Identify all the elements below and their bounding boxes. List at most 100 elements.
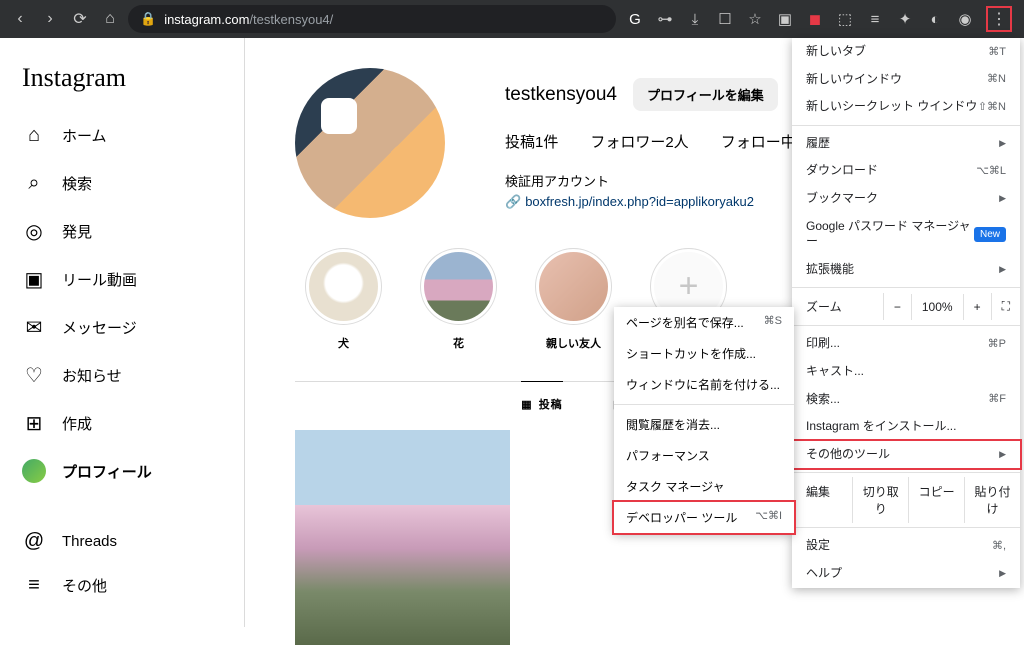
hamburger-icon: ≡ xyxy=(22,573,46,597)
menu-edit-row: 編集 切り取り コピー 貼り付け xyxy=(792,477,1020,523)
stat-followers[interactable]: フォロワー2人 xyxy=(590,131,688,152)
menu-new-tab[interactable]: 新しいタブ⌘T xyxy=(792,38,1020,66)
sidebar-item-notifications[interactable]: ♡ お知らせ xyxy=(12,353,232,397)
ext-icon-1[interactable]: ⤓ xyxy=(686,10,704,28)
search-icon: ⌕ xyxy=(22,171,46,195)
share-icon[interactable]: ☐ xyxy=(716,10,734,28)
menu-paste[interactable]: 貼り付け xyxy=(964,477,1020,523)
stat-posts: 投稿1件 xyxy=(505,131,558,152)
submenu-save-as[interactable]: ページを別名で保存...⌘S xyxy=(614,307,794,338)
menu-more-tools[interactable]: その他のツール▶ xyxy=(790,439,1022,471)
tab-label: 投稿 xyxy=(539,396,563,412)
sidebar-item-profile[interactable]: プロフィール xyxy=(12,449,232,493)
submenu-shortcut[interactable]: ショートカットを作成... xyxy=(614,338,794,369)
profile-info: testkensyou4 プロフィールを編集 ⚙ 投稿1件 フォロワー2人 フォ… xyxy=(505,68,819,218)
tab-posts[interactable]: ▦ 投稿 xyxy=(521,381,562,426)
profile-link-text: boxfresh.jp/index.php?id=applikoryaku2 xyxy=(525,194,754,209)
reload-button[interactable]: ⟳ xyxy=(68,7,92,31)
home-icon: ⌂ xyxy=(22,123,46,147)
forward-button[interactable]: › xyxy=(38,7,62,31)
sidebar-item-messages[interactable]: ✉メッセージ xyxy=(12,305,232,349)
sidebar-item-more[interactable]: ≡ その他 xyxy=(12,563,232,607)
url-path: /testkensyou4/ xyxy=(249,12,333,27)
zoom-in-button[interactable]: + xyxy=(963,294,991,320)
sidebar-nav: ⌂ ホーム ⌕検索 ◎ 発見 ▣リール動画 ✉メッセージ ♡ お知らせ ⊞作成 プロフ… xyxy=(12,113,232,493)
highlight-item[interactable]: 犬 xyxy=(305,248,382,351)
star-icon[interactable]: ☆ xyxy=(746,10,764,28)
sidebar-item-create[interactable]: ⊞作成 xyxy=(12,401,232,445)
home-button[interactable]: ⌂ xyxy=(98,7,122,31)
sidebar-item-label: 発見 xyxy=(62,221,92,242)
submenu-clear-browsing[interactable]: 閲覧履歴を消去... xyxy=(614,409,794,440)
submenu-task-manager[interactable]: タスク マネージャ xyxy=(614,471,794,502)
sidebar-item-label: Threads xyxy=(62,533,117,550)
profile-link[interactable]: 🔗 boxfresh.jp/index.php?id=applikoryaku2 xyxy=(505,194,819,210)
submenu-name-window[interactable]: ウィンドウに名前を付ける... xyxy=(614,369,794,400)
submenu-dev-tools[interactable]: デベロッパー ツール⌥⌘I xyxy=(612,500,796,535)
highlight-item[interactable]: 親しい友人 xyxy=(535,248,612,351)
sidebar-item-label: ホーム xyxy=(62,125,107,146)
instagram-logo[interactable]: Instagram xyxy=(12,63,232,113)
messenger-icon: ✉ xyxy=(22,315,46,339)
address-bar[interactable]: 🔒 instagram.com/testkensyou4/ xyxy=(128,5,616,33)
plus-icon: ⊞ xyxy=(22,411,46,435)
profile-chip[interactable]: ◉ xyxy=(956,10,974,28)
post-thumbnail[interactable] xyxy=(295,430,510,645)
edit-profile-button[interactable]: プロフィールを編集 xyxy=(633,78,778,111)
sidebar-item-reels[interactable]: ▣リール動画 xyxy=(12,257,232,301)
ext-icon-3[interactable]: ◼ xyxy=(806,10,824,28)
username: testkensyou4 xyxy=(505,84,617,106)
ext-icon-2[interactable]: ▣ xyxy=(776,10,794,28)
google-icon[interactable]: G xyxy=(626,10,644,28)
heart-icon: ♡ xyxy=(22,363,46,387)
highlight-label: 花 xyxy=(453,335,464,351)
menu-copy[interactable]: コピー xyxy=(908,477,964,523)
url-domain: instagram.com xyxy=(164,12,249,27)
sidebar-item-label: お知らせ xyxy=(62,365,122,386)
chrome-menu-button[interactable]: ⋮ xyxy=(986,6,1012,32)
menu-extensions[interactable]: 拡張機能▶ xyxy=(792,256,1020,284)
sidebar-item-label: その他 xyxy=(62,575,107,596)
menu-new-window[interactable]: 新しいウインドウ⌘N xyxy=(792,66,1020,94)
more-tools-submenu: ページを別名で保存...⌘S ショートカットを作成... ウィンドウに名前を付け… xyxy=(614,307,794,533)
sidebar-item-home[interactable]: ⌂ ホーム xyxy=(12,113,232,157)
ext-icon-5[interactable]: ≡ xyxy=(866,10,884,28)
menu-history[interactable]: 履歴▶ xyxy=(792,130,1020,158)
menu-incognito[interactable]: 新しいシークレット ウインドウ⇧⌘N xyxy=(792,93,1020,121)
menu-zoom: ズーム − 100% + ⛶ xyxy=(792,292,1020,321)
reels-icon: ▣ xyxy=(22,267,46,291)
sidebar: Instagram ⌂ ホーム ⌕検索 ◎ 発見 ▣リール動画 ✉メッセージ ♡ お知… xyxy=(0,38,245,627)
chrome-main-menu: 新しいタブ⌘T 新しいウインドウ⌘N 新しいシークレット ウインドウ⇧⌘N 履歴… xyxy=(792,38,1020,588)
compass-icon: ◎ xyxy=(22,219,46,243)
menu-help[interactable]: ヘルプ▶ xyxy=(792,560,1020,588)
menu-bookmarks[interactable]: ブックマーク▶ xyxy=(792,185,1020,213)
submenu-performance[interactable]: パフォーマンス xyxy=(614,440,794,471)
zoom-value: 100% xyxy=(911,294,963,320)
menu-cut[interactable]: 切り取り xyxy=(852,477,908,523)
browser-toolbar: ‹ › ⟳ ⌂ 🔒 instagram.com/testkensyou4/ G … xyxy=(0,0,1024,38)
ext-icon-4[interactable]: ⬚ xyxy=(836,10,854,28)
sidebar-item-search[interactable]: ⌕検索 xyxy=(12,161,232,205)
menu-print[interactable]: 印刷...⌘P xyxy=(792,330,1020,358)
sidebar-item-explore[interactable]: ◎ 発見 xyxy=(12,209,232,253)
menu-passwords[interactable]: Google パスワード マネージャーNew xyxy=(792,213,1020,256)
link-icon: 🔗 xyxy=(505,194,521,210)
fullscreen-button[interactable]: ⛶ xyxy=(991,293,1020,320)
menu-find[interactable]: 検索...⌘F xyxy=(792,386,1020,414)
grid-icon: ▦ xyxy=(521,398,532,411)
sidebar-bottom: @Threads ≡ その他 xyxy=(12,519,232,607)
menu-install[interactable]: Instagram をインストール... xyxy=(792,413,1020,441)
highlight-item[interactable]: 花 xyxy=(420,248,497,351)
puzzle-icon[interactable]: ✦ xyxy=(896,10,914,28)
menu-downloads[interactable]: ダウンロード⌥⌘L xyxy=(792,157,1020,185)
menu-settings[interactable]: 設定⌘, xyxy=(792,532,1020,560)
zoom-out-button[interactable]: − xyxy=(884,294,911,320)
sidebar-item-threads[interactable]: @Threads xyxy=(12,519,232,563)
menu-cast[interactable]: キャスト... xyxy=(792,358,1020,386)
key-icon[interactable]: ⊶ xyxy=(656,10,674,28)
ext-icon-6[interactable]: ◐ xyxy=(926,10,944,28)
back-button[interactable]: ‹ xyxy=(8,7,32,31)
highlight-label: 親しい友人 xyxy=(546,335,601,351)
edit-label: 編集 xyxy=(792,477,852,523)
profile-avatar[interactable] xyxy=(295,68,445,218)
